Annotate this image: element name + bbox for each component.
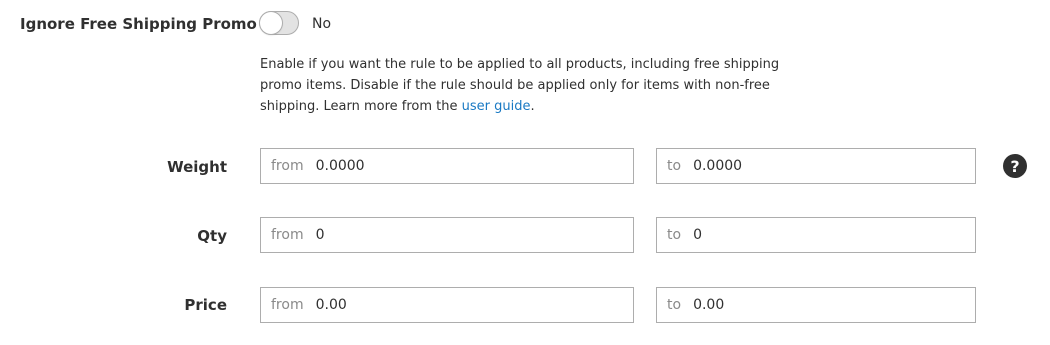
ignore-free-shipping-promo-toggle[interactable] xyxy=(259,11,299,35)
price-from-prefix: from xyxy=(271,297,304,313)
user-guide-link[interactable]: user guide xyxy=(462,99,531,114)
weight-from-input[interactable]: from 0.0000 xyxy=(260,148,634,184)
qty-label: Qty xyxy=(197,227,227,245)
price-to-input[interactable]: to 0.00 xyxy=(656,287,976,323)
weight-label: Weight xyxy=(167,158,227,176)
weight-to-value: 0.0000 xyxy=(693,158,743,174)
weight-from-prefix: from xyxy=(271,158,304,174)
ignore-promo-note: Enable if you want the rule to be applie… xyxy=(260,54,820,117)
weight-to-prefix: to xyxy=(667,158,682,174)
note-end: . xyxy=(530,99,535,114)
price-label: Price xyxy=(184,296,227,314)
weight-to-input[interactable]: to 0.0000 xyxy=(656,148,976,184)
qty-from-prefix: from xyxy=(271,227,304,243)
price-from-input[interactable]: from 0.00 xyxy=(260,287,634,323)
help-icon[interactable]: ? xyxy=(1003,154,1027,178)
qty-to-value: 0 xyxy=(693,227,702,243)
weight-from-value: 0.0000 xyxy=(315,158,365,174)
qty-from-input[interactable]: from 0 xyxy=(260,217,634,253)
qty-from-value: 0 xyxy=(315,227,325,243)
toggle-state-label: No xyxy=(312,16,332,32)
price-to-prefix: to xyxy=(667,297,682,313)
price-to-value: 0.00 xyxy=(693,297,725,313)
price-from-value: 0.00 xyxy=(315,297,347,313)
qty-to-prefix: to xyxy=(667,227,682,243)
qty-to-input[interactable]: to 0 xyxy=(656,217,976,253)
ignore-free-shipping-promo-label: Ignore Free Shipping Promo xyxy=(20,15,257,33)
toggle-knob xyxy=(260,12,282,34)
